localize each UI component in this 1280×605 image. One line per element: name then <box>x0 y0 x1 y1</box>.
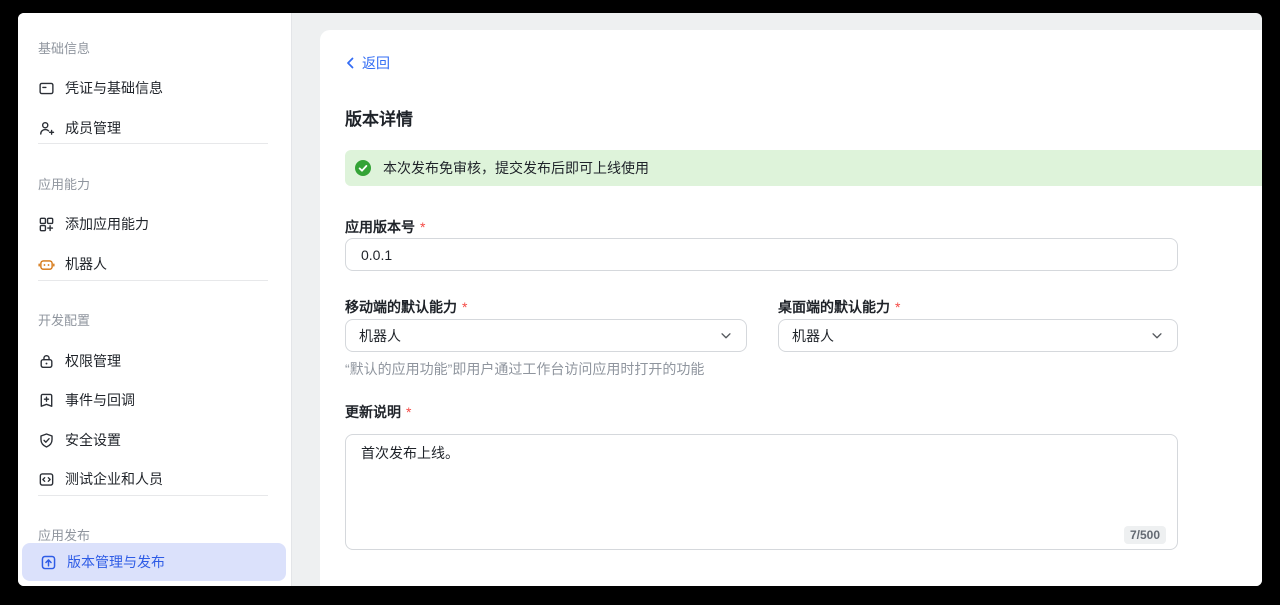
sidebar-item-label: 测试企业和人员 <box>65 469 163 489</box>
version-input[interactable] <box>345 238 1178 271</box>
sidebar-item-label: 权限管理 <box>65 351 121 371</box>
sidebar-item-members[interactable]: 成员管理 <box>38 116 121 140</box>
chevron-down-icon <box>1150 329 1164 343</box>
required-asterisk: * <box>420 219 425 235</box>
chevron-down-icon <box>719 329 733 343</box>
sidebar-item-label: 事件与回调 <box>65 390 135 410</box>
update-notes-textarea[interactable]: 首次发布上线。 <box>346 435 1177 549</box>
bookmark-plus-icon <box>38 392 55 409</box>
update-notes-label: 更新说明* <box>345 402 411 422</box>
chevron-left-icon <box>345 57 357 69</box>
desktop-capability-select[interactable]: 机器人 <box>778 319 1178 352</box>
sidebar-item-events-callbacks[interactable]: 事件与回调 <box>38 388 135 412</box>
sidebar-section-app-capability: 应用能力 <box>38 175 90 195</box>
sidebar-item-permissions[interactable]: 权限管理 <box>38 349 121 373</box>
required-asterisk: * <box>462 299 467 315</box>
required-asterisk: * <box>406 404 411 420</box>
page-title: 版本详情 <box>345 107 413 133</box>
mobile-capability-label: 移动端的默认能力* <box>345 297 467 317</box>
app-window: 基础信息 凭证与基础信息 成员管理 应用能力 添加应用能力 机器人 <box>18 13 1262 586</box>
sidebar-section-basic-info: 基础信息 <box>38 39 90 59</box>
grid-add-icon <box>38 216 55 233</box>
person-add-icon <box>38 120 55 137</box>
sidebar-item-label: 凭证与基础信息 <box>65 78 163 98</box>
sidebar-divider <box>38 143 268 144</box>
sidebar-item-label: 机器人 <box>65 254 107 274</box>
banner-text: 本次发布免审核，提交发布后即可上线使用 <box>383 158 649 178</box>
card-icon <box>38 80 55 97</box>
required-asterisk: * <box>895 299 900 315</box>
back-label: 返回 <box>362 53 390 73</box>
desktop-capability-label: 桌面端的默认能力* <box>778 297 900 317</box>
mobile-capability-select[interactable]: 机器人 <box>345 319 747 352</box>
update-notes-field: 首次发布上线。 7/500 <box>345 434 1178 550</box>
shield-check-icon <box>38 432 55 449</box>
sidebar-divider <box>38 280 268 281</box>
capability-hint: “默认的应用功能”即用户通过工作台访问应用时打开的功能 <box>345 359 704 379</box>
sidebar-item-label: 版本管理与发布 <box>67 552 165 572</box>
main-panel: 返回 版本详情 本次发布免审核，提交发布后即可上线使用 应用版本号* 移动端的默… <box>320 30 1262 586</box>
mobile-capability-value: 机器人 <box>359 326 401 346</box>
sidebar-divider <box>38 495 268 496</box>
sidebar-item-credentials[interactable]: 凭证与基础信息 <box>38 76 163 100</box>
sidebar-item-add-capability[interactable]: 添加应用能力 <box>38 212 149 236</box>
back-button[interactable]: 返回 <box>345 53 390 73</box>
desktop-capability-value: 机器人 <box>792 326 834 346</box>
sidebar-item-label: 成员管理 <box>65 118 121 138</box>
sidebar-item-security-settings[interactable]: 安全设置 <box>38 428 121 452</box>
sidebar-item-bot[interactable]: 机器人 <box>38 252 107 276</box>
lock-icon <box>38 353 55 370</box>
check-circle-icon <box>355 160 371 176</box>
robot-icon <box>38 256 55 273</box>
sidebar-item-label: 安全设置 <box>65 430 121 450</box>
sidebar: 基础信息 凭证与基础信息 成员管理 应用能力 添加应用能力 机器人 <box>18 13 292 586</box>
sidebar-item-version-management[interactable]: 版本管理与发布 <box>22 543 286 581</box>
sidebar-section-dev-config: 开发配置 <box>38 311 90 331</box>
sidebar-item-label: 添加应用能力 <box>65 214 149 234</box>
char-counter: 7/500 <box>1124 526 1166 544</box>
code-icon <box>38 471 55 488</box>
publish-icon <box>40 554 57 571</box>
sidebar-item-test-company[interactable]: 测试企业和人员 <box>38 467 163 491</box>
version-label: 应用版本号* <box>345 217 425 237</box>
release-notice-banner: 本次发布免审核，提交发布后即可上线使用 <box>345 150 1262 186</box>
